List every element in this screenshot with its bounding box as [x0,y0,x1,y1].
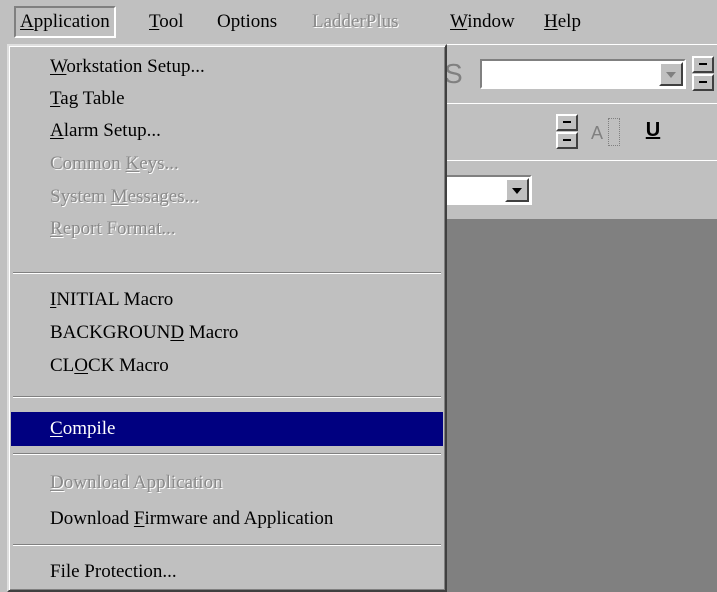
menu-separator [13,544,441,546]
underline-icon[interactable]: U [642,116,664,146]
menu-separator [13,272,441,274]
spin-down-button[interactable] [692,74,714,91]
menu-item-file-protection[interactable]: File Protection... [11,556,443,588]
menu-item-clock-macro[interactable]: CLOCK Macro [11,350,443,382]
menu-item-common-keys: Common Keys... [50,153,179,174]
menu-application[interactable]: Application [14,6,116,38]
spin-up-button[interactable] [692,56,714,73]
object-combo-dropdown-button[interactable] [505,178,529,202]
menu-item-tag-table[interactable]: Tag Table [11,83,443,115]
menu-item-compile[interactable]: Compile [11,412,443,446]
menu-ladderplus[interactable]: LadderPlus [308,6,403,38]
menu-options[interactable]: Options [213,6,281,38]
menu-item-system-messages: System Messages... [50,186,199,207]
menu-item-report-format: Report Format... [50,218,176,239]
line-spacing-spinner[interactable] [556,114,578,150]
menu-item-background-macro[interactable]: BACKGROUND Macro [11,317,443,349]
menu-bar: Application Tool Options LadderPlus Wind… [0,0,717,44]
menu-item-initial-macro[interactable]: INITIAL Macro [11,284,443,316]
align-toolbar: A U [436,103,717,161]
spin-up-button[interactable] [556,114,578,131]
format-toolbar: S [436,44,717,104]
chevron-down-icon [512,188,522,194]
menu-help[interactable]: Help [540,6,585,38]
text-box-icon [608,118,620,146]
menu-window[interactable]: Window [446,6,519,38]
object-toolbar [436,160,717,220]
menu-item-download-application: Download Application [50,472,223,493]
menu-tool[interactable]: Tool [145,6,188,38]
font-combo[interactable] [480,59,686,89]
spin-down-button[interactable] [556,132,578,149]
chevron-down-icon [666,72,676,78]
menu-separator [13,396,441,398]
menu-item-workstation-setup[interactable]: Workstation Setup... [11,51,443,83]
object-combo[interactable] [436,175,532,205]
size-spinner[interactable] [692,56,714,92]
application-menu: Workstation Setup... Tag Table Alarm Set… [7,44,447,592]
font-combo-dropdown-button[interactable] [659,62,683,86]
menu-separator [13,453,441,455]
menu-item-alarm-setup[interactable]: Alarm Setup... [11,115,443,147]
menu-item-download-firmware-and-application[interactable]: Download Firmware and Application [11,503,443,535]
text-align-icon[interactable]: A [586,118,608,148]
workspace-area [436,219,717,592]
